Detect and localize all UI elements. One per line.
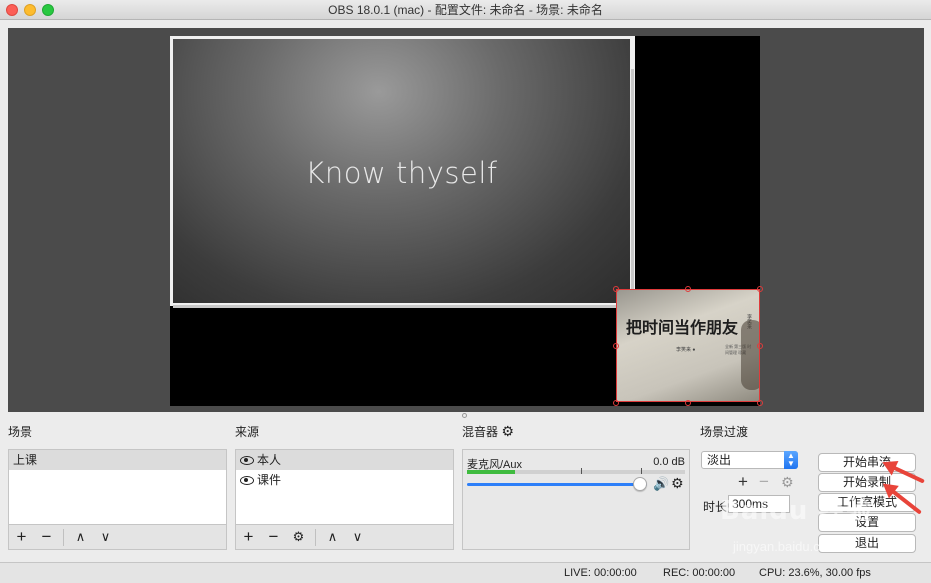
- channel-settings-gear-icon[interactable]: ⚙: [671, 475, 684, 492]
- window-title: OBS 18.0.1 (mac) - 配置文件: 未命名 - 场景: 未命名: [328, 3, 603, 17]
- toolbar-separator: [63, 528, 64, 546]
- mixer-db-value: 0.0 dB: [653, 456, 685, 468]
- scene-item[interactable]: 上课: [9, 450, 226, 470]
- dock-splitter-handle[interactable]: [462, 413, 467, 418]
- chevron-up-down-icon: ▲ ▼: [784, 451, 798, 469]
- mixer-title-label: 混音器: [462, 425, 499, 439]
- preview-area[interactable]: Know thyself 把时间当作朋友 李笑来 李笑来 ● 全新 第三版 时间…: [8, 28, 924, 412]
- source-properties-gear-icon[interactable]: ⚙: [286, 526, 311, 548]
- settings-button[interactable]: 设置: [818, 513, 916, 532]
- source-item-label: 课件: [257, 473, 282, 487]
- add-source-button[interactable]: +: [236, 526, 261, 548]
- minimize-window-button[interactable]: [24, 4, 36, 16]
- close-window-button[interactable]: [6, 4, 18, 16]
- sources-title: 来源: [235, 425, 260, 439]
- mixer-gear-icon[interactable]: ⚙: [501, 423, 514, 439]
- duration-field[interactable]: 300ms: [728, 495, 790, 513]
- resize-handle[interactable]: [685, 286, 691, 292]
- resize-handle[interactable]: [757, 286, 763, 292]
- rec-status: REC: 00:00:00: [663, 567, 736, 579]
- title-bar: OBS 18.0.1 (mac) - 配置文件: 未命名 - 场景: 未命名: [0, 0, 931, 20]
- slide-text: Know thyself: [305, 156, 498, 190]
- scenes-toolbar: + − ∧ ∨: [8, 525, 227, 550]
- visibility-eye-icon[interactable]: [240, 476, 254, 485]
- resize-handle[interactable]: [757, 343, 763, 349]
- transition-gear-icon[interactable]: ⚙: [781, 474, 794, 491]
- audio-meter-fill: [467, 470, 515, 474]
- camera-small-text: 李笑来 ●: [676, 347, 696, 353]
- volume-slider-knob[interactable]: [632, 477, 647, 491]
- maximize-window-button[interactable]: [42, 4, 54, 16]
- exit-button[interactable]: 退出: [818, 534, 916, 553]
- volume-slider-track[interactable]: [467, 483, 647, 486]
- add-transition-button[interactable]: +: [738, 472, 748, 492]
- camera-source[interactable]: 把时间当作朋友 李笑来 李笑来 ● 全新 第三版 时间管理 珍藏: [616, 289, 760, 402]
- visibility-eye-icon[interactable]: [240, 456, 254, 465]
- speaker-mute-icon[interactable]: 🔊: [653, 476, 669, 492]
- live-status: LIVE: 00:00:00: [564, 567, 637, 579]
- source-item-label: 本人: [257, 453, 282, 467]
- mixer-title: 混音器 ⚙: [462, 423, 514, 440]
- camera-book-title: 把时间当作朋友: [626, 318, 739, 337]
- remove-source-button[interactable]: −: [261, 526, 286, 548]
- sources-list[interactable]: 本人 课件: [235, 449, 454, 525]
- transition-selected-value: 淡出: [707, 453, 732, 467]
- camera-hand: [741, 320, 759, 390]
- audio-meter: [467, 470, 685, 474]
- move-scene-down-button[interactable]: ∨: [93, 526, 118, 548]
- start-recording-button[interactable]: 开始录制: [818, 473, 916, 492]
- resize-handle[interactable]: [757, 400, 763, 406]
- move-source-up-button[interactable]: ∧: [320, 526, 345, 548]
- scenes-title: 场景: [8, 425, 33, 439]
- remove-transition-button[interactable]: −: [759, 472, 769, 492]
- meter-tick: [581, 468, 582, 474]
- scenes-list[interactable]: 上课: [8, 449, 227, 525]
- source-item[interactable]: 课件: [236, 470, 453, 490]
- add-scene-button[interactable]: +: [9, 526, 34, 548]
- output-canvas: Know thyself 把时间当作朋友 李笑来 李笑来 ● 全新 第三版 时间…: [170, 36, 763, 406]
- cpu-status: CPU: 23.6%, 30.00 fps: [759, 567, 871, 579]
- slide-scrollbar-horizontal: [173, 305, 635, 308]
- mixer-panel: 麦克风/Aux 0.0 dB 🔊 ⚙: [462, 449, 690, 550]
- resize-handle[interactable]: [613, 343, 619, 349]
- sources-toolbar: + − ⚙ ∧ ∨: [235, 525, 454, 550]
- transitions-title: 场景过渡: [700, 425, 749, 439]
- remove-scene-button[interactable]: −: [34, 526, 59, 548]
- resize-handle[interactable]: [613, 286, 619, 292]
- transition-select[interactable]: 淡出 ▲ ▼: [701, 451, 798, 469]
- resize-handle[interactable]: [685, 400, 691, 406]
- toolbar-separator: [315, 528, 316, 546]
- duration-label: 时长: [703, 500, 728, 514]
- move-source-down-button[interactable]: ∨: [345, 526, 370, 548]
- slide-source[interactable]: Know thyself: [170, 36, 635, 308]
- resize-handle[interactable]: [613, 400, 619, 406]
- source-item[interactable]: 本人: [236, 450, 453, 470]
- slide-scrollbar-vertical: [631, 69, 634, 299]
- status-bar: LIVE: 00:00:00 REC: 00:00:00 CPU: 23.6%,…: [0, 562, 931, 583]
- meter-tick: [641, 468, 642, 474]
- move-scene-up-button[interactable]: ∧: [68, 526, 93, 548]
